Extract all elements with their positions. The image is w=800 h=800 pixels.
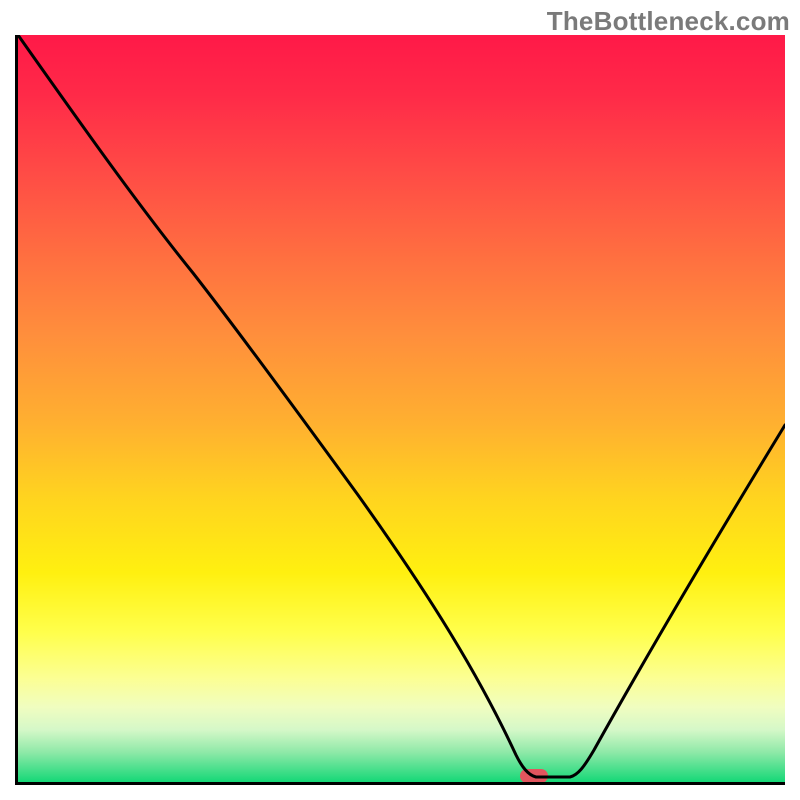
plot-area: [15, 35, 785, 785]
bottleneck-curve-line: [18, 35, 785, 782]
bottleneck-chart: TheBottleneck.com: [0, 0, 800, 800]
watermark-label: TheBottleneck.com: [547, 6, 790, 37]
curve-path: [18, 35, 785, 777]
